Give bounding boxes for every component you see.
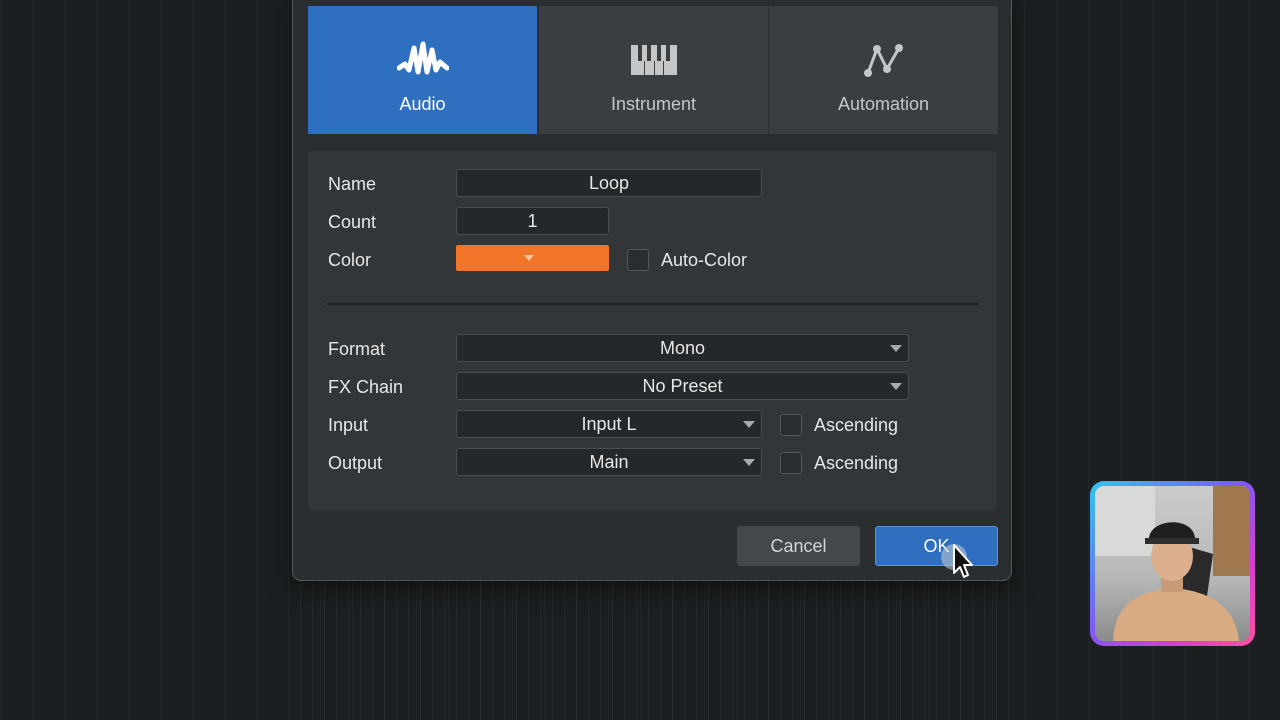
fx-chain-value: No Preset (642, 375, 723, 396)
add-track-dialog: Audio Instrument Automation Name Loop Co… (292, 0, 1012, 581)
fx-chain-select[interactable]: No Preset (456, 372, 909, 400)
track-type-instrument-tab[interactable]: Instrument (539, 6, 768, 134)
name-value: Loop (588, 172, 630, 193)
name-label: Name (328, 174, 377, 194)
track-type-label: Instrument (610, 94, 697, 114)
auto-color-checkbox[interactable] (627, 249, 649, 271)
chevron-down-icon (743, 421, 755, 428)
format-select[interactable]: Mono (456, 334, 909, 362)
track-settings-panel: Name Loop Count 1 Color Auto-Color Forma… (308, 151, 997, 510)
chevron-down-icon (524, 255, 534, 261)
webcam-overlay (1090, 481, 1255, 646)
format-label: Format (328, 339, 386, 359)
output-ascending-label: Ascending (814, 453, 899, 473)
color-picker[interactable] (456, 245, 609, 271)
auto-color-label: Auto-Color (661, 250, 748, 270)
ok-button[interactable]: OK (875, 526, 998, 566)
format-value: Mono (659, 337, 706, 358)
output-label: Output (328, 453, 383, 473)
input-select[interactable]: Input L (456, 410, 762, 438)
fx-chain-label: FX Chain (328, 377, 404, 397)
input-label: Input (328, 415, 369, 435)
cancel-button[interactable]: Cancel (737, 526, 860, 566)
input-ascending-label: Ascending (814, 415, 899, 435)
track-type-audio-tab[interactable]: Audio (308, 6, 537, 134)
track-type-label: Automation (837, 94, 930, 114)
color-label: Color (328, 250, 372, 270)
count-value: 1 (527, 210, 538, 231)
waveform-icon (396, 40, 449, 80)
chevron-down-icon (890, 383, 902, 390)
output-select[interactable]: Main (456, 448, 762, 476)
divider (326, 303, 979, 305)
count-field[interactable]: 1 (456, 207, 609, 235)
output-value: Main (589, 451, 629, 472)
automation-curve-icon (861, 40, 907, 80)
track-type-label: Audio (399, 94, 446, 114)
name-field[interactable]: Loop (456, 169, 762, 197)
input-ascending-checkbox[interactable] (780, 414, 802, 436)
presenter-video (1095, 486, 1250, 641)
track-type-automation-tab[interactable]: Automation (769, 6, 998, 134)
arrangement-grid-background (300, 580, 1020, 720)
count-label: Count (328, 212, 377, 232)
keyboard-icon (630, 40, 678, 80)
chevron-down-icon (890, 345, 902, 352)
input-value: Input L (581, 413, 637, 434)
output-ascending-checkbox[interactable] (780, 452, 802, 474)
chevron-down-icon (743, 459, 755, 466)
